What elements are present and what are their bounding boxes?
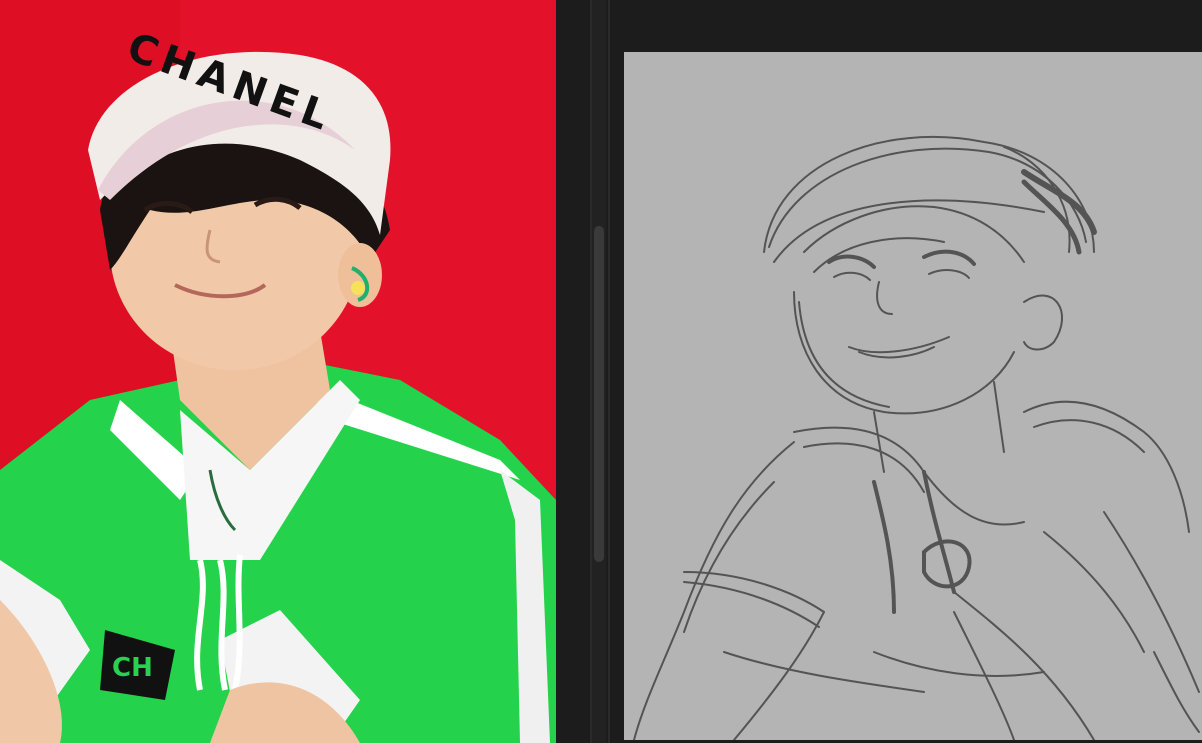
reference-photo: CH CHANEL xyxy=(0,0,556,743)
vertical-scrollbar-thumb[interactable] xyxy=(594,226,604,562)
drawing-canvas[interactable] xyxy=(624,52,1202,740)
shirt-logo-text: CH xyxy=(112,653,153,683)
divider-rule xyxy=(608,0,610,743)
sketch-drawing xyxy=(633,135,1200,740)
reference-photo-panel: CH CHANEL xyxy=(0,0,556,743)
